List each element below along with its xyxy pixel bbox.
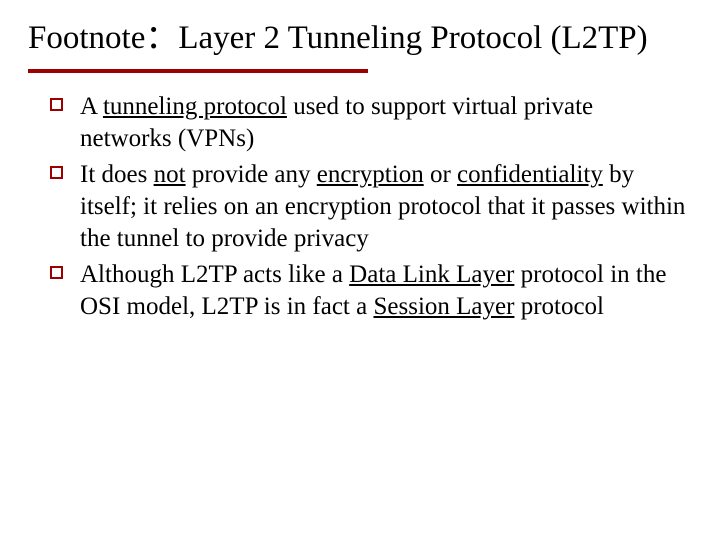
text-run: or: [424, 161, 457, 188]
text-run: protocol: [514, 293, 604, 320]
underlined-text: Session Layer: [373, 293, 514, 320]
list-item: Although L2TP acts like a Data Link Laye…: [50, 259, 686, 323]
slide: Footnote：Layer 2 Tunneling Protocol (L2T…: [0, 0, 720, 540]
slide-title: Footnote：Layer 2 Tunneling Protocol (L2T…: [28, 18, 692, 59]
square-bullet-icon: [50, 166, 63, 179]
underlined-text: tunneling protocol: [103, 93, 287, 120]
underlined-text: Data Link Layer: [349, 261, 514, 288]
list-item: It does not provide any encryption or co…: [50, 159, 686, 255]
list-item: A tunneling protocol used to support vir…: [50, 91, 686, 155]
underlined-text: not: [154, 161, 186, 188]
bullet-list: A tunneling protocol used to support vir…: [28, 91, 692, 323]
underlined-text: confidentiality: [457, 161, 603, 188]
square-bullet-icon: [50, 266, 63, 279]
square-bullet-icon: [50, 98, 63, 111]
text-run: Although L2TP acts like a: [80, 261, 349, 288]
underlined-text: encryption: [317, 161, 424, 188]
text-run: A: [80, 93, 103, 120]
text-run: provide any: [186, 161, 317, 188]
title-underline: [28, 69, 368, 73]
text-run: It does: [80, 161, 154, 188]
